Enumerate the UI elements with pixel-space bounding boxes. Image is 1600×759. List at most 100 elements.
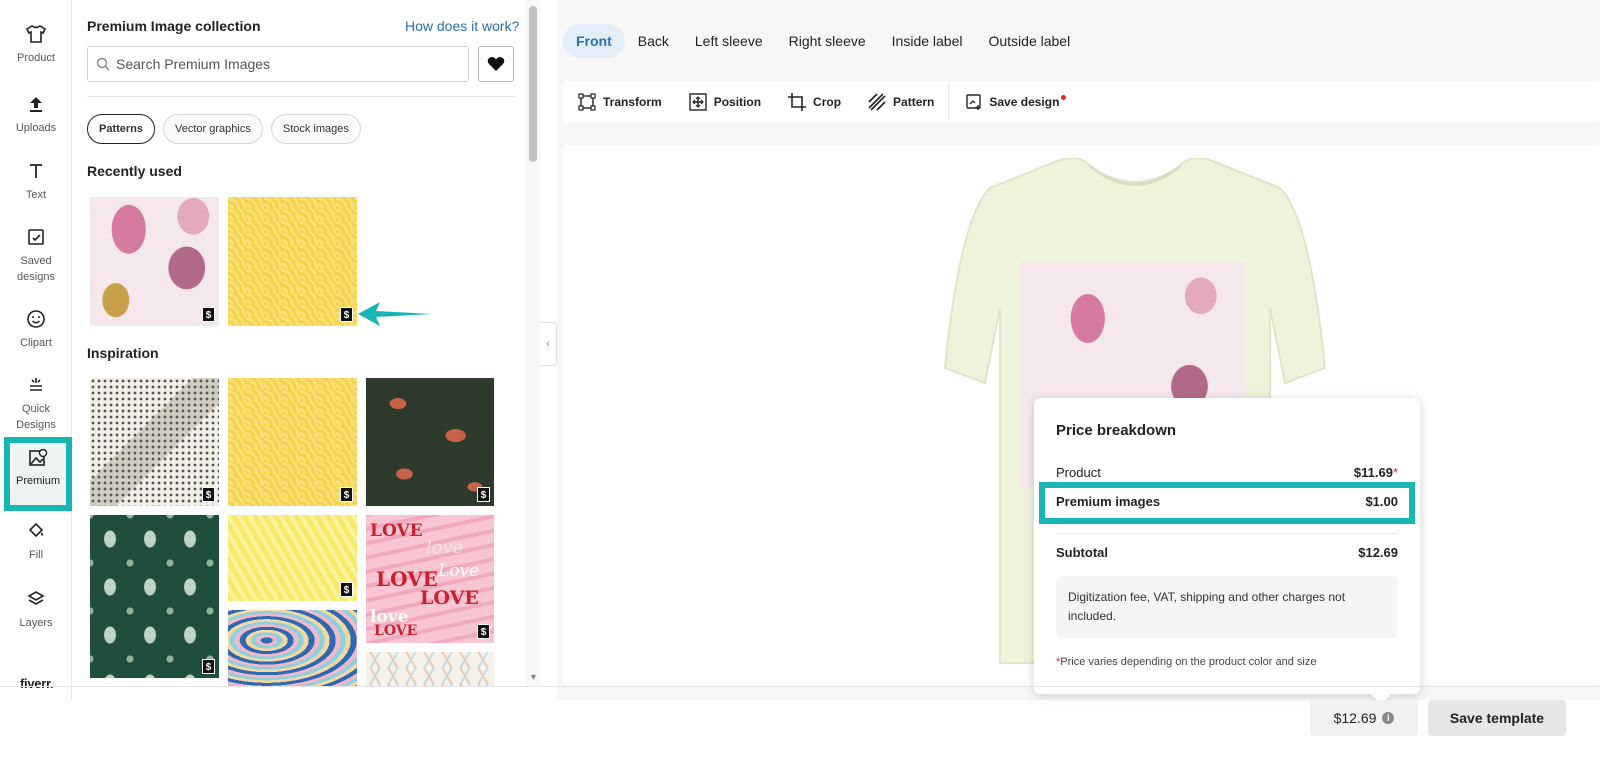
position-button[interactable]: Position: [688, 92, 761, 112]
chip-vector-graphics[interactable]: Vector graphics: [163, 114, 263, 144]
text-icon: [30, 164, 42, 178]
sidebar-item-layers[interactable]: Layers: [4, 589, 68, 631]
subtotal-value: $12.69: [1358, 545, 1398, 560]
premium-badge: $: [340, 307, 353, 322]
crop-button[interactable]: Crop: [787, 92, 841, 112]
premium-image-icon: [29, 449, 48, 466]
sidebar-item-clipart[interactable]: Clipart: [4, 309, 68, 351]
favorites-button[interactable]: [478, 46, 514, 82]
tshirt-icon: [25, 25, 47, 43]
tab-right-sleeve[interactable]: Right sleeve: [776, 24, 879, 58]
position-label: Position: [713, 95, 762, 109]
upload-icon: [30, 97, 42, 112]
transform-icon: [578, 93, 596, 111]
inspiration-image-yellow-zigzag[interactable]: $: [228, 515, 357, 601]
crop-label: Crop: [813, 95, 842, 109]
search-input[interactable]: [116, 56, 446, 72]
heart-icon: [487, 57, 505, 71]
transform-label: Transform: [603, 95, 662, 109]
product-price-label: Product: [1056, 465, 1101, 480]
bottom-divider: [0, 686, 1600, 687]
chip-patterns[interactable]: Patterns: [87, 114, 156, 144]
recently-used-heading: Recently used: [87, 163, 182, 179]
magic-wand-icon: [30, 378, 42, 391]
sidebar-item-premium[interactable]: Premium: [4, 437, 72, 511]
save-design-icon: [966, 94, 982, 110]
collapse-panel-button[interactable]: ‹: [540, 322, 557, 366]
app-root: Product Uploads Text Saved designs Clipa…: [0, 0, 1600, 759]
inspiration-image-love-text[interactable]: LOVE love LOVE Love LOVE love LOVE $: [366, 515, 494, 643]
position-icon: [688, 93, 707, 111]
search-icon: [96, 57, 110, 71]
left-sidebar: Product Uploads Text Saved designs Clipa…: [0, 0, 72, 700]
fiverr-logo: fiverr.: [20, 676, 54, 691]
sidebar-item-label: Premium: [15, 475, 60, 487]
panel-scrollbar-thumb[interactable]: [529, 6, 537, 162]
sidebar-item-label: Layers: [19, 617, 53, 629]
annotation-arrow-icon: [358, 302, 432, 326]
sidebar-item-product[interactable]: Product: [4, 24, 68, 66]
pattern-button[interactable]: Pattern: [867, 92, 934, 112]
product-price-row: Product $11.69*: [1056, 465, 1398, 480]
saved-designs-icon: [28, 229, 44, 245]
sidebar-item-quick-designs[interactable]: Quick Designs: [4, 375, 68, 433]
inspiration-heading: Inspiration: [87, 345, 159, 361]
tab-back[interactable]: Back: [625, 24, 682, 58]
sidebar-item-fill[interactable]: Fill: [4, 521, 68, 563]
inspiration-image-geometric-tiles[interactable]: [366, 652, 494, 686]
scroll-down-arrow-icon[interactable]: ▼: [529, 672, 538, 682]
sidebar-item-uploads[interactable]: Uploads: [4, 94, 68, 136]
sidebar-item-label: Quick Designs: [16, 403, 56, 431]
premium-badge: $: [477, 624, 490, 639]
sidebar-item-text[interactable]: Text: [4, 161, 68, 203]
subtotal-label: Subtotal: [1056, 545, 1108, 560]
premium-badge: $: [340, 487, 353, 502]
love-word: LOVE: [370, 521, 423, 541]
recent-image-monstera[interactable]: $: [90, 197, 219, 326]
transform-button[interactable]: Transform: [577, 92, 662, 112]
divider: [1056, 533, 1398, 534]
premium-badge: $: [202, 307, 215, 322]
save-design-button[interactable]: Save design: [965, 93, 1067, 111]
total-price-button[interactable]: $12.69 i: [1310, 700, 1418, 736]
chip-stock-images[interactable]: Stock images: [270, 114, 361, 144]
price-breakdown-popover: Price breakdown Product $11.69* Premium …: [1034, 398, 1420, 694]
inspiration-image-marble[interactable]: [228, 610, 357, 686]
tab-outside-label[interactable]: Outside label: [975, 24, 1083, 58]
product-price-value: $11.69*: [1354, 465, 1398, 480]
pattern-icon: [868, 93, 886, 111]
paint-bucket-icon: [28, 522, 44, 538]
love-word: LOVE: [420, 587, 479, 609]
tab-front[interactable]: Front: [563, 24, 625, 58]
tab-left-sleeve[interactable]: Left sleeve: [682, 24, 776, 58]
recent-image-yellow-waves[interactable]: $: [228, 197, 357, 326]
love-word: love: [426, 537, 464, 558]
premium-badge: $: [202, 659, 215, 674]
save-design-label: Save design: [989, 95, 1060, 109]
sidebar-item-label: Saved designs: [17, 255, 55, 283]
premium-badge: $: [202, 487, 215, 502]
price-footnote: *Price varies depending on the product c…: [1056, 656, 1317, 668]
love-word: LOVE: [374, 623, 418, 639]
sidebar-item-saved-designs[interactable]: Saved designs: [4, 227, 68, 285]
tab-inside-label[interactable]: Inside label: [879, 24, 976, 58]
sidebar-item-label: Clipart: [20, 337, 52, 349]
inspiration-image-yellow-waves[interactable]: $: [228, 378, 357, 506]
inspiration-image-halftone[interactable]: $: [90, 378, 219, 506]
love-word: Love: [438, 561, 480, 581]
charges-note: Digitization fee, VAT, shipping and othe…: [1056, 576, 1398, 638]
sidebar-item-label: Text: [25, 189, 47, 201]
layers-icon: [27, 591, 45, 605]
sidebar-item-label: Product: [17, 52, 55, 64]
how-it-works-link[interactable]: How does it work?: [405, 18, 519, 34]
inspiration-image-green-damask[interactable]: $: [90, 515, 219, 678]
premium-badge: $: [340, 582, 353, 597]
search-box: [87, 46, 469, 82]
inspiration-image-mushrooms[interactable]: $: [366, 378, 494, 506]
asterisk: *: [1392, 465, 1398, 480]
unsaved-indicator: [1061, 94, 1067, 100]
sidebar-item-label: Fill: [28, 549, 44, 561]
product-price-amount: $11.69: [1353, 465, 1393, 480]
premium-images-panel: Premium Image collection How does it wor…: [73, 0, 584, 700]
save-template-button[interactable]: Save template: [1428, 700, 1566, 736]
